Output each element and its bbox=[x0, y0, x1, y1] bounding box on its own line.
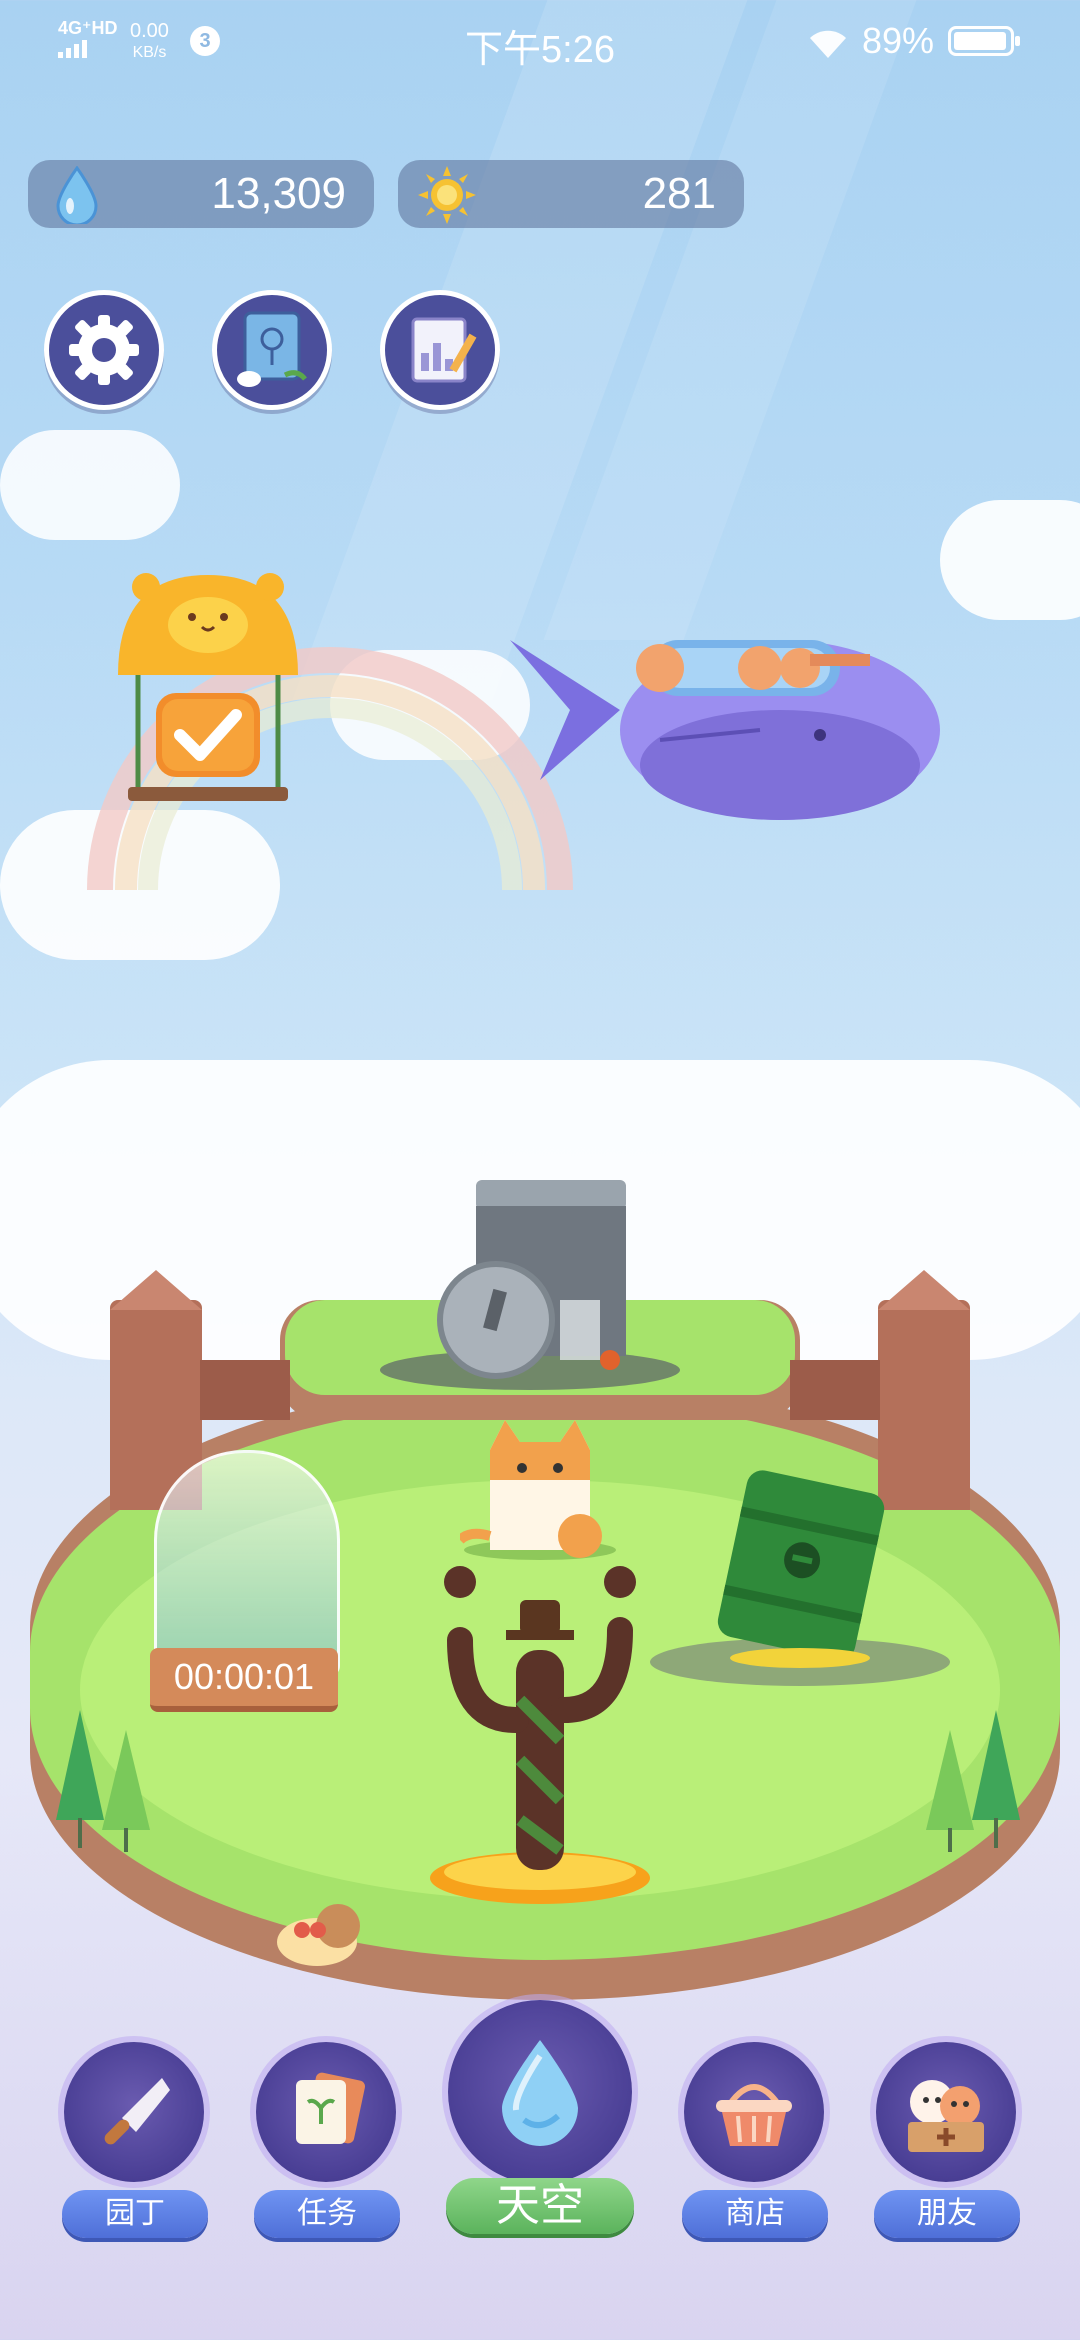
timer-plate: 00:00:01 bbox=[150, 1648, 338, 1712]
toxic-barrel-icon bbox=[650, 1470, 950, 1686]
fence-post-cap bbox=[110, 1270, 202, 1310]
glass-dome[interactable]: 00:00:01 bbox=[150, 1450, 340, 1720]
water-drop-icon bbox=[56, 166, 98, 224]
friends-icon bbox=[908, 2080, 984, 2152]
snail-character[interactable] bbox=[272, 1890, 372, 1970]
sky-button[interactable] bbox=[448, 2000, 632, 2184]
gardener-label[interactable]: 园丁 bbox=[62, 2190, 208, 2238]
water-value: 13,309 bbox=[211, 169, 346, 218]
dome-glass bbox=[154, 1450, 340, 1676]
whale-airship-icon bbox=[510, 640, 940, 820]
tasks-label[interactable]: 任务 bbox=[254, 2190, 400, 2238]
trash-can[interactable] bbox=[380, 1170, 680, 1390]
cat-character[interactable] bbox=[456, 1410, 620, 1560]
tree-cluster-right bbox=[926, 1710, 1020, 1852]
tree-cluster-left bbox=[56, 1710, 150, 1852]
plant-book-button[interactable] bbox=[212, 290, 332, 410]
cloud bbox=[940, 500, 1080, 620]
cactus-icon bbox=[430, 1566, 650, 1904]
water-counter: 13,309 bbox=[28, 160, 374, 228]
fence-rail bbox=[200, 1360, 290, 1420]
bottom-nav: 园丁 任务 天空 商店 朋友 bbox=[0, 2000, 1080, 2340]
sun-value: 281 bbox=[642, 169, 716, 218]
tasks-button[interactable] bbox=[256, 2042, 396, 2182]
cat-icon bbox=[456, 1420, 616, 1560]
snail-icon bbox=[277, 1904, 360, 1966]
whale-airship[interactable] bbox=[510, 600, 940, 840]
sun-icon bbox=[418, 166, 476, 224]
fence-rail bbox=[790, 1360, 880, 1420]
bear-balloon-icon bbox=[118, 573, 298, 801]
gardener-button[interactable] bbox=[64, 2042, 204, 2182]
water-drop-icon bbox=[502, 2040, 578, 2146]
cactus-plant[interactable] bbox=[420, 1560, 660, 1910]
sky-label[interactable]: 天空 bbox=[446, 2178, 634, 2234]
fence-post-cap bbox=[878, 1270, 970, 1310]
battery-icon bbox=[948, 26, 1020, 56]
growth-timer: 00:00:01 bbox=[173, 1656, 315, 1697]
report-button[interactable] bbox=[380, 290, 500, 410]
plant-book-icon bbox=[237, 311, 307, 387]
report-icon bbox=[411, 317, 477, 383]
toxic-barrel[interactable] bbox=[650, 1460, 950, 1700]
trowel-icon bbox=[104, 2078, 170, 2145]
settings-button[interactable] bbox=[44, 290, 164, 410]
cloud bbox=[0, 430, 180, 540]
trash-can-icon bbox=[380, 1180, 680, 1390]
friends-label[interactable]: 朋友 bbox=[874, 2190, 1020, 2238]
shop-button[interactable] bbox=[684, 2042, 824, 2182]
gear-icon bbox=[69, 315, 139, 385]
task-cards-icon bbox=[296, 2072, 365, 2144]
basket-icon bbox=[716, 2084, 792, 2146]
shop-label[interactable]: 商店 bbox=[682, 2190, 828, 2238]
sun-counter: 281 bbox=[398, 160, 744, 228]
bear-balloon-reward[interactable] bbox=[108, 565, 308, 805]
friends-button[interactable] bbox=[876, 2042, 1016, 2182]
